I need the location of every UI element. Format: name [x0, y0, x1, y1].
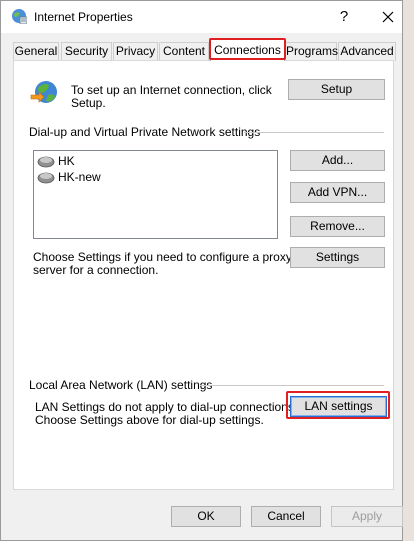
setup-button[interactable]: Setup	[288, 79, 385, 100]
close-button[interactable]	[375, 5, 401, 29]
tab-advanced[interactable]: Advanced	[338, 42, 396, 61]
connections-list[interactable]: HK HK-new	[33, 150, 278, 239]
lan-group-title: Local Area Network (LAN) settings	[29, 378, 213, 392]
connection-label: HK	[58, 154, 75, 168]
remove-button[interactable]: Remove...	[290, 216, 385, 237]
apply-button[interactable]: Apply	[331, 506, 403, 527]
close-icon	[382, 11, 394, 23]
tab-general[interactable]: General	[13, 42, 59, 61]
tab-privacy[interactable]: Privacy	[113, 42, 158, 61]
help-button[interactable]: ?	[331, 5, 357, 29]
internet-globe-icon	[11, 8, 28, 25]
settings-button[interactable]: Settings	[290, 247, 385, 268]
tab-security[interactable]: Security	[61, 42, 112, 61]
tab-connections[interactable]: Connections	[210, 39, 285, 61]
lan-description: LAN Settings do not apply to dial-up con…	[35, 400, 298, 427]
setup-description: To set up an Internet connection, click …	[71, 83, 272, 110]
lan-group-divider	[200, 385, 384, 386]
window-title: Internet Properties	[34, 10, 133, 24]
lan-settings-button[interactable]: LAN settings	[290, 396, 387, 417]
add-button[interactable]: Add...	[290, 150, 385, 171]
internet-properties-dialog: Internet Properties ? General Security P…	[0, 0, 403, 541]
add-vpn-button[interactable]: Add VPN...	[290, 182, 385, 203]
dialup-group-divider	[244, 132, 384, 133]
tab-programs[interactable]: Programs	[285, 42, 338, 61]
dialup-group-title: Dial-up and Virtual Private Network sett…	[29, 125, 261, 139]
proxy-description: Choose Settings if you need to configure…	[33, 250, 292, 277]
tab-content[interactable]: Content	[159, 42, 209, 61]
cancel-button[interactable]: Cancel	[251, 506, 321, 527]
connection-label: HK-new	[58, 170, 101, 184]
ok-button[interactable]: OK	[171, 506, 241, 527]
title-bar: Internet Properties ?	[1, 1, 402, 33]
network-setup-icon	[29, 79, 59, 107]
connections-panel: To set up an Internet connection, click …	[13, 60, 394, 490]
dialup-connection-icon	[37, 170, 55, 184]
dialup-connection-icon	[37, 154, 55, 168]
